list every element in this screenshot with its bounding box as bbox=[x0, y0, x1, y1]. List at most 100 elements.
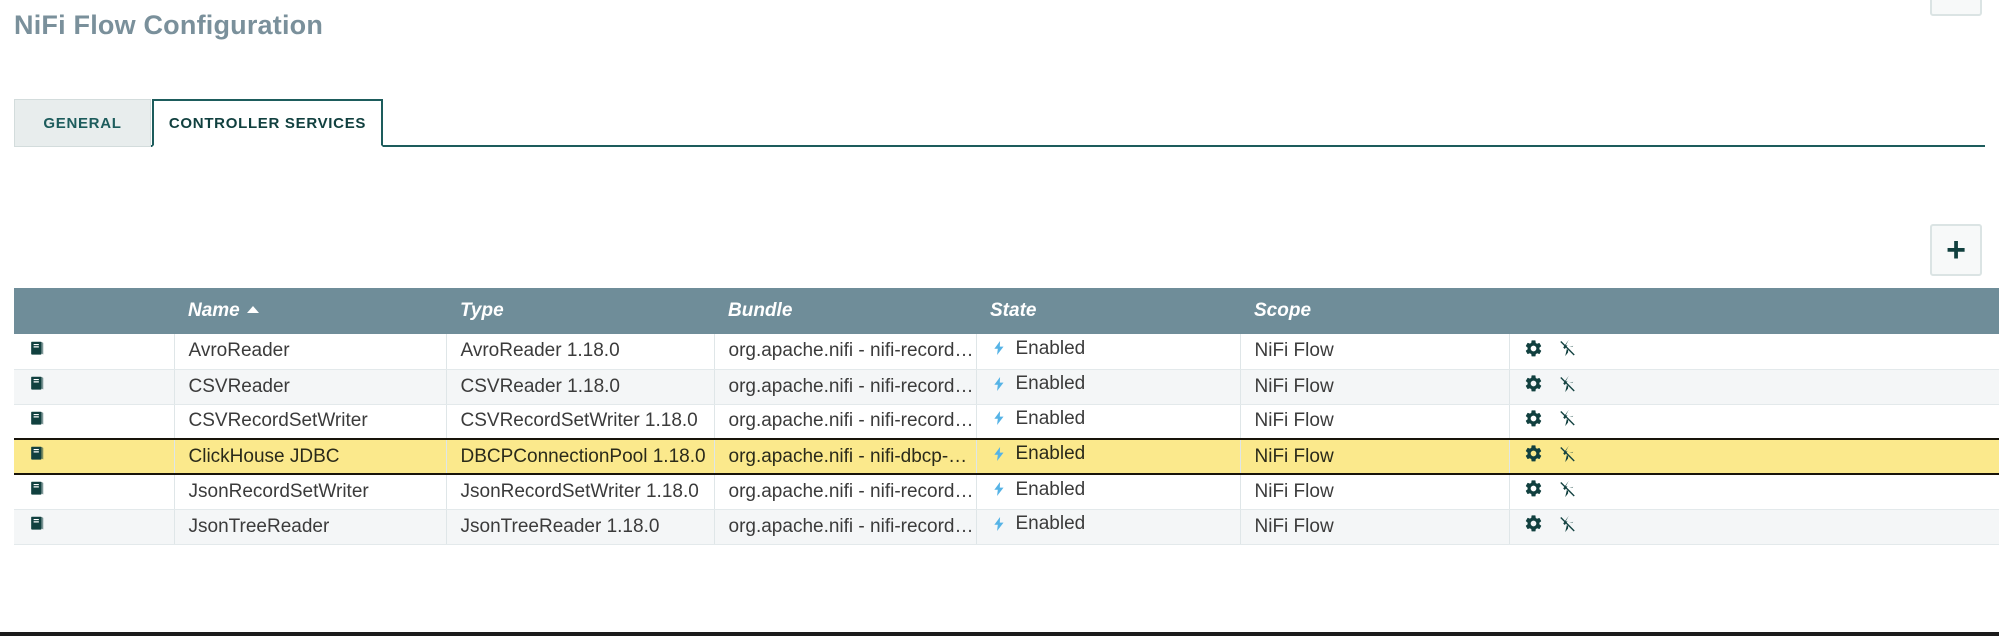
plus-icon: + bbox=[1946, 237, 1966, 263]
lightning-bolt-icon bbox=[991, 338, 1007, 364]
plus-icon: + bbox=[1947, 0, 1965, 5]
cell-type: CSVReader 1.18.0 bbox=[446, 369, 714, 404]
cell-name: AvroReader bbox=[174, 334, 446, 369]
flash-off-icon[interactable] bbox=[1558, 444, 1577, 470]
cell-scope: NiFi Flow bbox=[1240, 369, 1509, 404]
column-header-scope-label: Scope bbox=[1254, 300, 1311, 321]
table-row[interactable]: JsonTreeReaderJsonTreeReader 1.18.0org.a… bbox=[14, 509, 1999, 544]
gear-icon[interactable] bbox=[1524, 479, 1543, 504]
book-icon[interactable] bbox=[28, 479, 47, 504]
lightning-bolt-icon bbox=[991, 408, 1007, 434]
cell-bundle: org.apache.nifi - nifi-record-… bbox=[714, 369, 976, 404]
cell-state: Enabled bbox=[976, 474, 1240, 509]
status-badge: Enabled bbox=[1016, 513, 1086, 534]
table-row[interactable]: CSVRecordSetWriterCSVRecordSetWriter 1.1… bbox=[14, 404, 1999, 439]
cell-actions bbox=[1509, 404, 1999, 439]
lightning-bolt-icon bbox=[991, 444, 1007, 470]
lightning-bolt-icon bbox=[991, 374, 1007, 400]
tab-general[interactable]: GENERAL bbox=[14, 99, 151, 147]
row-documentation-cell[interactable] bbox=[14, 439, 174, 474]
tab-bar: GENERAL CONTROLLER SERVICES bbox=[14, 99, 1985, 147]
cell-type: AvroReader 1.18.0 bbox=[446, 334, 714, 369]
table-row[interactable]: AvroReaderAvroReader 1.18.0org.apache.ni… bbox=[14, 334, 1999, 369]
column-header-bundle-label: Bundle bbox=[728, 300, 792, 321]
page-title: NiFi Flow Configuration bbox=[14, 10, 323, 41]
table-head: Name Type Bundle State Scope bbox=[14, 288, 1999, 334]
column-header-icon bbox=[14, 288, 174, 334]
bottom-rule bbox=[0, 632, 1999, 636]
gear-icon[interactable] bbox=[1524, 444, 1543, 469]
table-header-row: Name Type Bundle State Scope bbox=[14, 288, 1999, 334]
cell-scope: NiFi Flow bbox=[1240, 334, 1509, 369]
cell-bundle: org.apache.nifi - nifi-record-… bbox=[714, 404, 976, 439]
row-documentation-cell[interactable] bbox=[14, 404, 174, 439]
gear-icon[interactable] bbox=[1524, 409, 1543, 434]
flash-off-icon[interactable] bbox=[1558, 408, 1577, 434]
table-row[interactable]: CSVReaderCSVReader 1.18.0org.apache.nifi… bbox=[14, 369, 1999, 404]
cell-name: JsonRecordSetWriter bbox=[174, 474, 446, 509]
cell-state: Enabled bbox=[976, 369, 1240, 404]
cell-name: ClickHouse JDBC bbox=[174, 439, 446, 474]
top-partial-add-button[interactable]: + bbox=[1930, 0, 1982, 16]
cell-state: Enabled bbox=[976, 404, 1240, 439]
cell-scope: NiFi Flow bbox=[1240, 439, 1509, 474]
cell-bundle: org.apache.nifi - nifi-record-… bbox=[714, 509, 976, 544]
lightning-bolt-icon bbox=[991, 479, 1007, 505]
cell-scope: NiFi Flow bbox=[1240, 404, 1509, 439]
row-documentation-cell[interactable] bbox=[14, 369, 174, 404]
cell-bundle: org.apache.nifi - nifi-record-… bbox=[714, 334, 976, 369]
flash-off-icon[interactable] bbox=[1558, 514, 1577, 540]
column-header-type-label: Type bbox=[460, 300, 504, 321]
cell-type: JsonTreeReader 1.18.0 bbox=[446, 509, 714, 544]
status-badge: Enabled bbox=[1016, 479, 1086, 500]
cell-name: CSVReader bbox=[174, 369, 446, 404]
book-icon[interactable] bbox=[28, 409, 47, 434]
cell-state: Enabled bbox=[976, 334, 1240, 369]
column-header-actions bbox=[1509, 288, 1999, 334]
cell-state: Enabled bbox=[976, 439, 1240, 474]
cell-name: JsonTreeReader bbox=[174, 509, 446, 544]
column-header-bundle[interactable]: Bundle bbox=[714, 288, 976, 334]
status-badge: Enabled bbox=[1016, 443, 1086, 464]
cell-actions bbox=[1509, 474, 1999, 509]
cell-scope: NiFi Flow bbox=[1240, 509, 1509, 544]
book-icon[interactable] bbox=[28, 339, 47, 364]
controller-services-table: Name Type Bundle State Scope AvroReaderA… bbox=[14, 288, 1999, 545]
book-icon[interactable] bbox=[28, 374, 47, 399]
cell-actions bbox=[1509, 369, 1999, 404]
flash-off-icon[interactable] bbox=[1558, 374, 1577, 400]
column-header-state-label: State bbox=[990, 300, 1036, 321]
book-icon[interactable] bbox=[28, 444, 47, 469]
column-header-state[interactable]: State bbox=[976, 288, 1240, 334]
status-badge: Enabled bbox=[1016, 408, 1086, 429]
cell-name: CSVRecordSetWriter bbox=[174, 404, 446, 439]
table-row[interactable]: ClickHouse JDBCDBCPConnectionPool 1.18.0… bbox=[14, 439, 1999, 474]
cell-bundle: org.apache.nifi - nifi-dbcp-s… bbox=[714, 439, 976, 474]
gear-icon[interactable] bbox=[1524, 514, 1543, 539]
cell-bundle: org.apache.nifi - nifi-record-… bbox=[714, 474, 976, 509]
sort-ascending-icon bbox=[247, 306, 259, 313]
column-header-type[interactable]: Type bbox=[446, 288, 714, 334]
table-row[interactable]: JsonRecordSetWriterJsonRecordSetWriter 1… bbox=[14, 474, 1999, 509]
flash-off-icon[interactable] bbox=[1558, 338, 1577, 364]
column-header-scope[interactable]: Scope bbox=[1240, 288, 1509, 334]
row-documentation-cell[interactable] bbox=[14, 509, 174, 544]
lightning-bolt-icon bbox=[991, 514, 1007, 540]
cell-actions bbox=[1509, 334, 1999, 369]
cell-type: CSVRecordSetWriter 1.18.0 bbox=[446, 404, 714, 439]
cell-type: DBCPConnectionPool 1.18.0 bbox=[446, 439, 714, 474]
cell-actions bbox=[1509, 509, 1999, 544]
gear-icon[interactable] bbox=[1524, 374, 1543, 399]
column-header-name[interactable]: Name bbox=[174, 288, 446, 334]
row-documentation-cell[interactable] bbox=[14, 334, 174, 369]
cell-scope: NiFi Flow bbox=[1240, 474, 1509, 509]
gear-icon[interactable] bbox=[1524, 339, 1543, 364]
row-documentation-cell[interactable] bbox=[14, 474, 174, 509]
add-controller-service-button[interactable]: + bbox=[1930, 224, 1982, 276]
tab-controller-services[interactable]: CONTROLLER SERVICES bbox=[152, 99, 383, 147]
controller-services-table-wrap: Name Type Bundle State Scope AvroReaderA… bbox=[14, 288, 1985, 545]
cell-state: Enabled bbox=[976, 509, 1240, 544]
flash-off-icon[interactable] bbox=[1558, 479, 1577, 505]
column-header-name-label: Name bbox=[188, 300, 240, 321]
book-icon[interactable] bbox=[28, 514, 47, 539]
